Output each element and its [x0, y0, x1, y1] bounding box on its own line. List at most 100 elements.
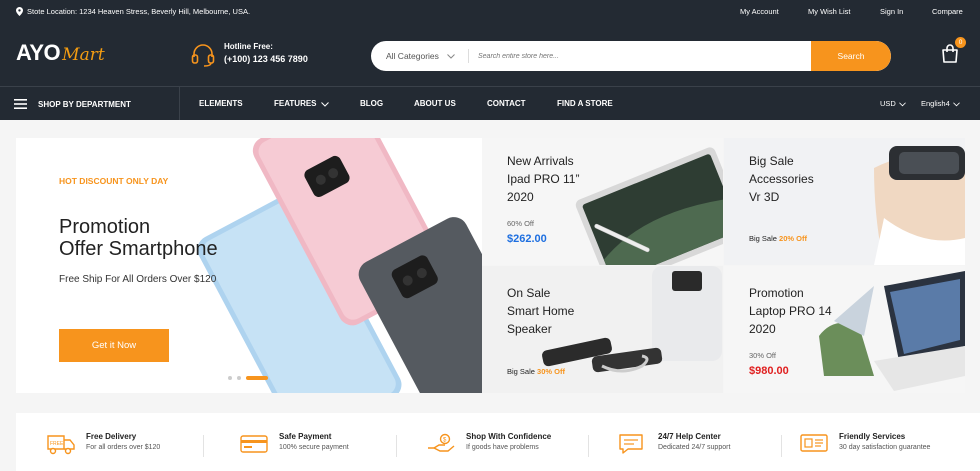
language-select[interactable]: English4 — [921, 87, 960, 121]
category-select[interactable]: All Categories — [386, 41, 455, 71]
hero-title-line-1: Promotion — [59, 216, 151, 238]
card-title: On Sale Smart Home Speaker — [507, 284, 574, 338]
hero-slider[interactable]: HOT DISCOUNT ONLY DAY Promotion Offer Sm… — [16, 138, 482, 393]
my-account-link[interactable]: My Account — [740, 7, 779, 16]
card-sale-value: 30% Off — [537, 367, 565, 376]
card-title-line: Speaker — [507, 322, 552, 336]
currency-select[interactable]: USD — [880, 87, 906, 121]
logo-script: Mart — [62, 45, 105, 65]
card-title-line: Vr 3D — [749, 190, 780, 204]
logo-main: AYO — [16, 40, 61, 65]
hero-subtitle: Free Ship For All Orders Over $120 — [59, 274, 217, 285]
search-bar: All Categories Search — [371, 41, 891, 71]
my-wish-list-link[interactable]: My Wish List — [808, 7, 851, 16]
feature-subtitle: For all orders over $120 — [86, 444, 161, 451]
card-price: $980.00 — [749, 365, 789, 377]
nav-find-a-store[interactable]: FIND A STORE — [557, 87, 613, 121]
feature-title: Free Delivery — [86, 432, 137, 441]
nav-blog[interactable]: BLOG — [360, 87, 383, 121]
hand-money-icon: $ — [428, 433, 455, 452]
divider — [781, 435, 782, 457]
credit-card-icon — [240, 435, 268, 453]
features-bar: FREE Free Delivery For all orders over $… — [16, 413, 980, 471]
feature-subtitle: Dedicated 24/7 support — [658, 444, 731, 451]
get-it-now-button[interactable]: Get it Now — [59, 329, 169, 362]
shop-by-department-button[interactable]: SHOP BY DEPARTMENT — [14, 87, 180, 121]
card-discount: 30% Off — [749, 351, 776, 360]
card-title-line: 2020 — [507, 190, 534, 204]
hero-title: Promotion Offer Smartphone — [59, 216, 218, 260]
divider — [396, 435, 397, 457]
feature-title: Shop With Confidence — [466, 432, 552, 441]
site-logo[interactable]: AYO Mart — [16, 40, 105, 66]
card-discount: 60% Off — [507, 219, 534, 228]
feature-title: Friendly Services — [839, 432, 906, 441]
cart-button[interactable]: 0 — [940, 37, 966, 65]
language-value: English4 — [921, 99, 950, 108]
sign-in-link[interactable]: Sign In — [880, 7, 903, 16]
shop-by-department-label: SHOP BY DEPARTMENT — [38, 99, 131, 109]
location-pin-icon — [16, 7, 23, 16]
promo-card-speaker[interactable]: On Sale Smart Home Speaker Big Sale 30% … — [482, 266, 723, 393]
chevron-down-icon — [320, 101, 329, 107]
feature-help-center: 24/7 Help Center Dedicated 24/7 support — [618, 432, 730, 456]
chevron-down-icon — [898, 101, 906, 106]
card-sale-label: Big Sale — [749, 234, 777, 243]
card-sale: Big Sale 20% Off — [749, 234, 807, 243]
card-title: New Arrivals Ipad PRO 11” 2020 — [507, 152, 579, 206]
divider — [588, 435, 589, 457]
delivery-truck-icon: FREE — [47, 435, 75, 455]
promo-card-ipad[interactable]: New Arrivals Ipad PRO 11” 2020 60% Off $… — [482, 138, 723, 265]
feature-free-delivery: FREE Free Delivery For all orders over $… — [46, 432, 160, 456]
top-bar: Stote Location: 1234 Heaven Stress, Beve… — [0, 0, 980, 24]
feature-title: Safe Payment — [279, 432, 332, 441]
feature-subtitle: If goods have problems — [466, 444, 539, 451]
compare-link[interactable]: Compare — [932, 7, 963, 16]
card-title: Promotion Laptop PRO 14 2020 — [749, 284, 832, 338]
cart-count-badge: 0 — [955, 37, 966, 48]
store-location-text: Stote Location: 1234 Heaven Stress, Beve… — [27, 7, 251, 16]
feature-safe-payment: Safe Payment 100% secure payment — [239, 432, 349, 456]
hero-tag: HOT DISCOUNT ONLY DAY — [59, 176, 169, 186]
chat-bubble-icon — [619, 434, 643, 454]
nav-contact[interactable]: CONTACT — [487, 87, 526, 121]
chevron-down-icon — [952, 101, 960, 106]
card-title-line: 2020 — [749, 322, 776, 336]
promo-card-laptop[interactable]: Promotion Laptop PRO 14 2020 30% Off $98… — [724, 266, 965, 393]
card-title-line: Ipad PRO 11” — [507, 172, 580, 186]
slider-dot[interactable] — [228, 376, 232, 380]
feature-shop-with-confidence: $ Shop With Confidence If goods have pro… — [426, 432, 551, 456]
search-input[interactable] — [478, 41, 798, 71]
card-sale: Big Sale 30% Off — [507, 367, 565, 376]
card-title-line: On Sale — [507, 286, 551, 300]
svg-text:FREE: FREE — [50, 441, 64, 447]
slider-dot-active[interactable] — [246, 376, 268, 380]
card-title-line: Accessories — [749, 172, 814, 186]
hotline-number[interactable]: (+100) 123 456 7890 — [224, 54, 308, 64]
card-title-line: Promotion — [749, 286, 804, 300]
slider-dot[interactable] — [237, 376, 241, 380]
divider — [203, 435, 204, 457]
nav-features-label: FEATURES — [274, 99, 317, 108]
card-price: $262.00 — [507, 233, 547, 245]
card-title-line: Smart Home — [507, 304, 575, 318]
nav-about-us[interactable]: ABOUT US — [414, 87, 456, 121]
card-title: Big Sale Accessories Vr 3D — [749, 152, 814, 206]
search-divider — [468, 49, 469, 63]
card-title-line: New Arrivals — [507, 154, 574, 168]
feature-friendly-services: Friendly Services 30 day satisfaction gu… — [799, 432, 930, 456]
feature-subtitle: 100% secure payment — [279, 444, 349, 451]
store-location: Stote Location: 1234 Heaven Stress, Beve… — [16, 7, 250, 16]
feature-title: 24/7 Help Center — [658, 432, 721, 441]
currency-value: USD — [880, 99, 896, 108]
category-select-value: All Categories — [386, 51, 439, 61]
monitor-icon — [800, 434, 828, 452]
nav-features[interactable]: FEATURES — [274, 87, 329, 121]
nav-elements[interactable]: ELEMENTS — [199, 87, 243, 121]
feature-subtitle: 30 day satisfaction guarantee — [839, 444, 931, 451]
hamburger-menu-icon — [14, 99, 27, 109]
hotline: Hotline Free: (+100) 123 456 7890 — [190, 42, 308, 68]
promo-card-vr[interactable]: Big Sale Accessories Vr 3D Big Sale 20% … — [724, 138, 965, 265]
search-button[interactable]: Search — [811, 41, 891, 71]
card-sale-label: Big Sale — [507, 367, 535, 376]
